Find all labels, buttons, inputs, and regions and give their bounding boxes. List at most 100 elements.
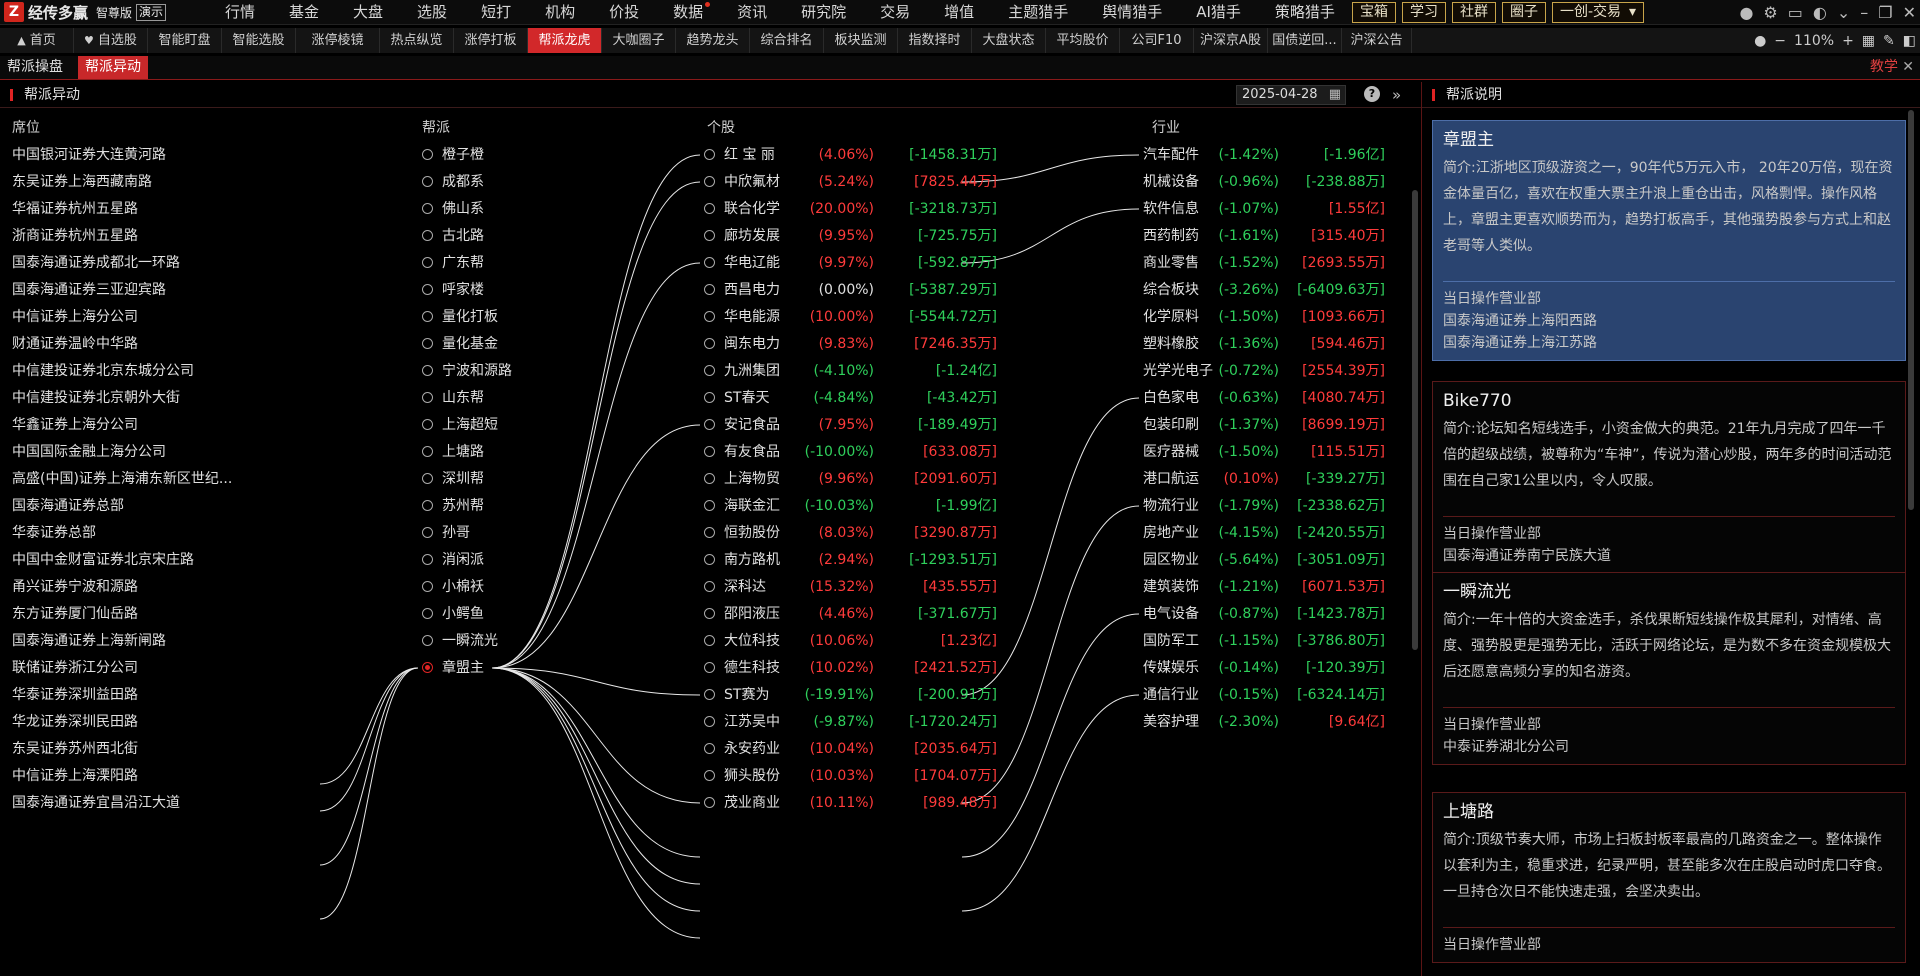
gang-row[interactable]: 佛山系 xyxy=(422,199,484,219)
stock-radio[interactable] xyxy=(704,203,715,214)
menu-item[interactable]: 策略猎手 xyxy=(1258,0,1352,25)
seat-row[interactable]: 华泰证券总部 xyxy=(12,523,96,543)
community-button[interactable]: 社群 xyxy=(1452,2,1496,23)
industry-row[interactable]: 园区物业 (-5.64%) [-3051.09万] xyxy=(1143,550,1393,570)
gang-row[interactable]: 橙子橙 xyxy=(422,145,484,165)
stock-row[interactable]: 大位科技 (10.06%) [1.23亿] xyxy=(704,631,1004,651)
stock-row[interactable]: 狮头股份 (10.03%) [1704.07万] xyxy=(704,766,1004,786)
minimize-icon[interactable]: – xyxy=(1860,3,1868,22)
gang-radio[interactable] xyxy=(422,203,433,214)
gang-radio[interactable] xyxy=(422,473,433,484)
gang-row[interactable]: 量化打板 xyxy=(422,307,498,327)
stock-row[interactable]: 廊坊发展 (9.95%) [-725.75万] xyxy=(704,226,1004,246)
gang-row[interactable]: 小棉袄 xyxy=(422,577,484,597)
gang-radio[interactable] xyxy=(422,446,433,457)
chevron-down-icon[interactable]: ▾ xyxy=(1629,3,1636,22)
subtab-gang-movement[interactable]: 帮派异动 xyxy=(78,56,148,79)
tab-item[interactable]: 智能盯盘 xyxy=(148,28,222,53)
industry-row[interactable]: 食品饮料 (-2.49%)[283.12万] xyxy=(1143,136,1393,138)
menu-item[interactable]: 短打 xyxy=(464,0,528,25)
chevron-down-icon[interactable]: ⌄ xyxy=(1837,3,1850,22)
stock-radio[interactable] xyxy=(704,230,715,241)
seat-row[interactable]: 东吴证券苏州西北街 xyxy=(12,739,138,759)
menu-item[interactable]: 价投 xyxy=(592,0,656,25)
stock-radio[interactable] xyxy=(704,743,715,754)
info-icon[interactable]: ● xyxy=(1754,33,1766,49)
tab-item[interactable]: 涨停打板 xyxy=(454,28,528,53)
tab-item[interactable]: 国债逆回... xyxy=(1268,28,1342,53)
demo-badge[interactable]: 演示 xyxy=(136,3,167,21)
seat-row[interactable]: 甬兴证券宁波和源路 xyxy=(12,577,138,597)
industry-row[interactable]: 港口航运 (0.10%) [-339.27万] xyxy=(1143,469,1393,489)
seat-row[interactable]: 国泰海通证券三亚迎宾路 xyxy=(12,280,166,300)
industry-row[interactable]: 白色家电 (-0.63%) [4080.74万] xyxy=(1143,388,1393,408)
close-icon[interactable]: ✕ xyxy=(1903,3,1916,22)
gang-radio[interactable] xyxy=(422,257,433,268)
close-icon[interactable]: ✕ xyxy=(1902,56,1914,79)
gang-radio[interactable] xyxy=(422,581,433,592)
gang-radio[interactable] xyxy=(422,608,433,619)
stock-radio[interactable] xyxy=(704,284,715,295)
tab-item[interactable]: 趋势龙头 xyxy=(676,28,750,53)
seat-row[interactable]: 国泰海通证券宜昌沿江大道 xyxy=(12,793,180,813)
right-scrollbar[interactable] xyxy=(1908,110,1914,510)
gang-radio[interactable] xyxy=(422,500,433,511)
tab-item[interactable]: 帮派龙虎 xyxy=(528,28,602,53)
industry-row[interactable]: 国防军工 (-1.15%) [-3786.80万] xyxy=(1143,631,1393,651)
gang-row[interactable]: 成都系 xyxy=(422,172,484,192)
gang-row[interactable]: 深圳帮 xyxy=(422,469,484,489)
tab-item[interactable]: 沪深公告 xyxy=(1342,28,1412,53)
tab-item[interactable]: 指数择时 xyxy=(898,28,972,53)
industry-row[interactable]: 物流行业 (-1.79%) [-2338.62万] xyxy=(1143,496,1393,516)
menu-item[interactable]: 大盘 xyxy=(336,0,400,25)
stock-row[interactable]: 江苏吴中 (-9.87%) [-1720.24万] xyxy=(704,712,1004,732)
industry-row[interactable]: 塑料橡胶 (-1.36%) [594.46万] xyxy=(1143,334,1393,354)
stock-row[interactable]: ST春天 (-4.84%) [-43.42万] xyxy=(704,388,1004,408)
gang-row[interactable]: 孙哥 xyxy=(422,523,470,543)
industry-row[interactable]: 电气设备 (-0.87%) [-1423.78万] xyxy=(1143,604,1393,624)
menu-item[interactable]: 舆情猎手 xyxy=(1085,0,1179,25)
stock-row[interactable]: 红 宝 丽 (4.06%) [-1458.31万] xyxy=(704,145,1004,165)
industry-row[interactable]: 综合板块 (-3.26%) [-6409.63万] xyxy=(1143,280,1393,300)
help-icon[interactable]: ? xyxy=(1364,86,1380,102)
stock-radio[interactable] xyxy=(704,608,715,619)
menu-item[interactable]: 资讯 xyxy=(720,0,784,25)
date-picker[interactable]: 2025-04-28 ▦ xyxy=(1236,85,1346,105)
stock-row[interactable]: 南方路机 (2.94%) [-1293.51万] xyxy=(704,550,1004,570)
menu-item[interactable]: 机构 xyxy=(528,0,592,25)
stock-radio[interactable] xyxy=(704,770,715,781)
industry-row[interactable]: 医疗器械 (-1.50%) [115.51万] xyxy=(1143,442,1393,462)
panel-toggle-icon[interactable]: ◧ xyxy=(1903,33,1916,49)
tab-item[interactable]: 公司F10 xyxy=(1120,28,1194,53)
edit-icon[interactable]: ✎ xyxy=(1883,33,1895,49)
tab-item[interactable]: 板块监测 xyxy=(824,28,898,53)
gang-info-card[interactable]: 章盟主 简介:江浙地区顶级游资之一，90年代5万元入市， 20年20万倍，现在资金… xyxy=(1432,120,1906,361)
tab-item[interactable]: ▲ 首页 xyxy=(0,28,74,53)
calendar-icon[interactable]: ▦ xyxy=(1329,86,1341,104)
seat-row[interactable]: 华泰证券深圳益田路 xyxy=(12,685,138,705)
gang-radio[interactable] xyxy=(422,392,433,403)
gang-info-card[interactable]: 上塘路 简介:顶级节奏大师，市场上扫板封板率最高的几路资金之一。整体操作以套利为主… xyxy=(1432,792,1906,963)
gang-radio[interactable] xyxy=(422,365,433,376)
menu-item[interactable]: AI猎手 xyxy=(1179,0,1258,25)
industry-row[interactable]: 建筑装饰 (-1.21%) [6071.53万] xyxy=(1143,577,1393,597)
stock-row[interactable]: ST赛为 (-19.91%) [-200.91万] xyxy=(704,685,1004,705)
restore-icon[interactable]: ❐ xyxy=(1878,3,1892,22)
seat-row[interactable]: 中信建投证券北京东城分公司 xyxy=(12,361,194,381)
stock-row[interactable]: 中欣氟材 (5.24%) [7825.44万] xyxy=(704,172,1004,192)
gang-row[interactable]: 量化基金 xyxy=(422,334,498,354)
gang-radio[interactable] xyxy=(422,284,433,295)
seat-row[interactable]: 中国银河证券大连黄河路 xyxy=(12,145,166,165)
gang-row[interactable]: 山东帮 xyxy=(422,388,484,408)
stock-radio[interactable] xyxy=(704,176,715,187)
gang-radio[interactable] xyxy=(422,419,433,430)
seat-row[interactable]: 中信证券上海溧阳路 xyxy=(12,766,138,786)
gang-row[interactable]: 上海超短 xyxy=(422,415,498,435)
tab-item[interactable]: 智能选股 xyxy=(222,28,296,53)
seat-row[interactable]: 浙商证券杭州五星路 xyxy=(12,226,138,246)
menu-item[interactable]: 研究院 xyxy=(784,0,863,25)
stock-row[interactable]: 湘江二联A(10.03%)[3130.98万] xyxy=(704,136,1004,138)
learn-button[interactable]: 学习 xyxy=(1402,2,1446,23)
stock-row[interactable]: 安记食品 (7.95%) [-189.49万] xyxy=(704,415,1004,435)
industry-row[interactable]: 美容护理 (-2.30%) [9.64亿] xyxy=(1143,712,1393,732)
